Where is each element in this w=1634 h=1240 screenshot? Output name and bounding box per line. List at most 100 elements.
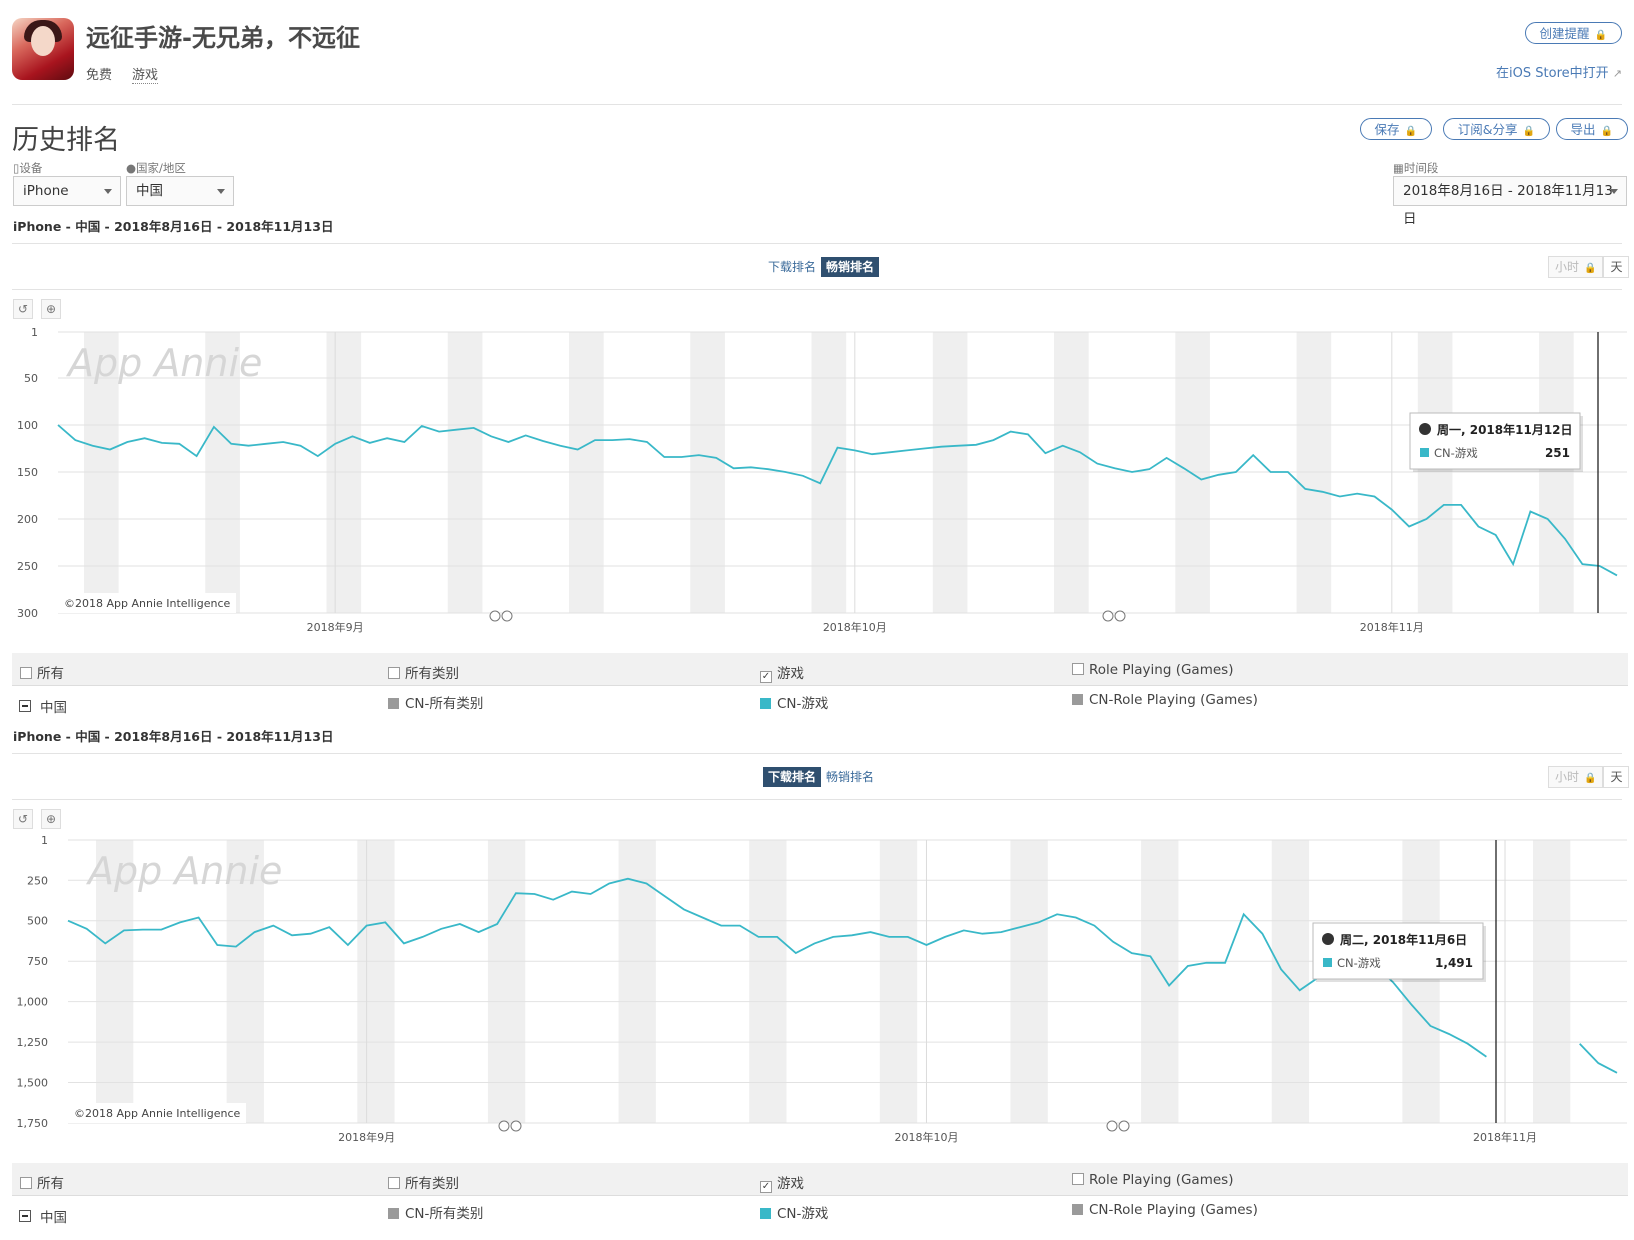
tooltip-value: 251: [1545, 446, 1570, 460]
export-button[interactable]: 导出 🔒: [1555, 118, 1628, 140]
collapse-icon[interactable]: [19, 1210, 31, 1222]
device-select[interactable]: iPhone: [13, 176, 121, 206]
legend-cn-rpg: CN-Role Playing (Games): [1072, 692, 1258, 708]
legend-role-playing[interactable]: Role Playing (Games): [1072, 662, 1233, 678]
chevron-down-icon: [104, 189, 112, 194]
tab-grossing[interactable]: 畅销排名: [821, 257, 880, 277]
x-tick-label: 2018年9月: [338, 1130, 395, 1144]
legend-games[interactable]: ✓ 游戏: [760, 662, 804, 683]
copyright: ©2018 App Annie Intelligence: [64, 597, 231, 610]
y-tick-label: 500: [27, 915, 48, 928]
reset-zoom-icon[interactable]: ↺: [13, 809, 33, 829]
page-title: 历史排名: [12, 125, 120, 156]
weekend-band: [1533, 840, 1571, 1123]
weekend-band: [357, 840, 395, 1123]
series-swatch: [1323, 958, 1332, 967]
legend-role-playing[interactable]: Role Playing (Games): [1072, 1172, 1233, 1188]
checkbox-checked[interactable]: ✓: [760, 1181, 772, 1193]
category-link[interactable]: 游戏: [132, 64, 159, 84]
checkbox[interactable]: [20, 667, 32, 679]
legend-all-categories[interactable]: 所有类别: [388, 1172, 459, 1192]
tooltip-date: 周一, 2018年11月12日: [1437, 422, 1573, 437]
legend-all-categories[interactable]: 所有类别: [388, 662, 459, 682]
reset-zoom-icon[interactable]: ↺: [13, 299, 33, 319]
y-tick-label: 200: [17, 513, 38, 526]
country-label: ●国家/地区: [126, 161, 186, 175]
x-tick-label: 2018年9月: [307, 620, 364, 634]
checkbox[interactable]: [1072, 1173, 1084, 1185]
lock-icon: 🔒: [1594, 30, 1607, 41]
hour-toggle[interactable]: 小时 🔒: [1548, 256, 1604, 278]
country-value: 中国: [136, 183, 163, 199]
legend-cn-all: CN-所有类别: [388, 1202, 483, 1222]
header-divider: [12, 104, 1622, 105]
checkbox[interactable]: [388, 1177, 400, 1189]
y-tick-label: 50: [24, 372, 38, 385]
subscribe-share-button[interactable]: 订阅&分享 🔒: [1442, 118, 1550, 140]
zoom-icon[interactable]: ⊕: [41, 299, 61, 319]
tooltip-series: CN-游戏: [1434, 446, 1478, 460]
open-ios-label: 在iOS Store中打开: [1496, 66, 1609, 81]
chart2-tabs: 下载排名 畅销排名: [763, 767, 879, 787]
weekend-band: [879, 840, 918, 1123]
weekend-band: [618, 840, 656, 1123]
legend-all[interactable]: 所有: [20, 1172, 64, 1192]
subscribe-label: 订阅&分享: [1457, 122, 1518, 137]
tab-downloads[interactable]: 下载排名: [763, 257, 821, 277]
checkbox-checked[interactable]: ✓: [760, 671, 772, 683]
create-alert-button[interactable]: 创建提醒 🔒: [1524, 22, 1622, 44]
chart2-plot[interactable]: 1 250 500 750 1,000 1,250 1,500 1,750 2018年9月 201…: [0, 830, 1634, 1150]
zoom-icon[interactable]: ⊕: [41, 809, 61, 829]
period-select[interactable]: 2018年8月16日 - 2018年11月13日: [1393, 176, 1627, 227]
checkbox[interactable]: [20, 1177, 32, 1189]
divider: [12, 289, 1622, 290]
price-label: 免费: [86, 68, 113, 83]
watermark: App Annie: [85, 849, 282, 893]
legend-country[interactable]: 中国: [19, 696, 67, 716]
country-select[interactable]: 中国: [126, 176, 234, 206]
chart1-plot[interactable]: 1501001502002503002018年9月 2018年10月 2018年11…: [0, 320, 1634, 640]
tab-downloads[interactable]: 下载排名: [763, 767, 822, 787]
checkbox[interactable]: [1072, 663, 1084, 675]
export-label: 导出: [1570, 122, 1596, 137]
save-label: 保存: [1374, 122, 1400, 137]
legend-games[interactable]: ✓ 游戏: [760, 1172, 804, 1193]
x-tick-label: 2018年11月: [1360, 620, 1424, 634]
divider: [12, 799, 1622, 800]
lock-icon: 🔒: [1600, 126, 1613, 137]
app-title: 远征手游-无兄弟，不远征: [86, 24, 360, 52]
tooltip-value: 1,491: [1435, 956, 1473, 970]
weekend-band: [749, 840, 787, 1123]
collapse-icon[interactable]: [19, 700, 31, 712]
day-toggle[interactable]: 天: [1603, 256, 1630, 278]
day-toggle[interactable]: 天: [1603, 766, 1630, 788]
y-tick-label: 1,000: [17, 996, 49, 1009]
event-marker-icon: [1106, 1120, 1118, 1132]
event-marker-icon: [1102, 610, 1114, 622]
event-marker-icon: [1114, 610, 1126, 622]
tab-grossing[interactable]: 畅销排名: [821, 767, 879, 787]
checkbox[interactable]: [388, 667, 400, 679]
event-marker-icon: [1118, 1120, 1130, 1132]
external-link-icon: ↗: [1612, 67, 1622, 80]
chart2-legend-header: [12, 1163, 1628, 1196]
y-tick-label: 750: [27, 955, 48, 968]
period-value: 2018年8月16日 - 2018年11月13日: [1403, 183, 1613, 227]
legend-cn-games: CN-游戏: [760, 1202, 828, 1222]
legend-country[interactable]: 中国: [19, 1206, 67, 1226]
globe-icon: [1419, 423, 1431, 435]
legend-all[interactable]: 所有: [20, 662, 64, 682]
lock-icon: 🔒: [1522, 126, 1535, 137]
y-tick-label: 1,750: [17, 1117, 49, 1130]
chart1-legend-header: [12, 653, 1628, 686]
copyright: ©2018 App Annie Intelligence: [74, 1107, 241, 1120]
event-marker-icon: [501, 610, 513, 622]
event-marker-icon: [498, 1120, 510, 1132]
weekend-band: [1271, 840, 1310, 1123]
event-marker-icon: [510, 1120, 522, 1132]
hour-toggle[interactable]: 小时 🔒: [1548, 766, 1604, 788]
save-button[interactable]: 保存 🔒: [1359, 118, 1432, 140]
y-tick-label: 150: [17, 466, 38, 479]
series-swatch: [1420, 448, 1429, 457]
open-ios-store-link[interactable]: 在iOS Store中打开 ↗: [1496, 62, 1622, 81]
